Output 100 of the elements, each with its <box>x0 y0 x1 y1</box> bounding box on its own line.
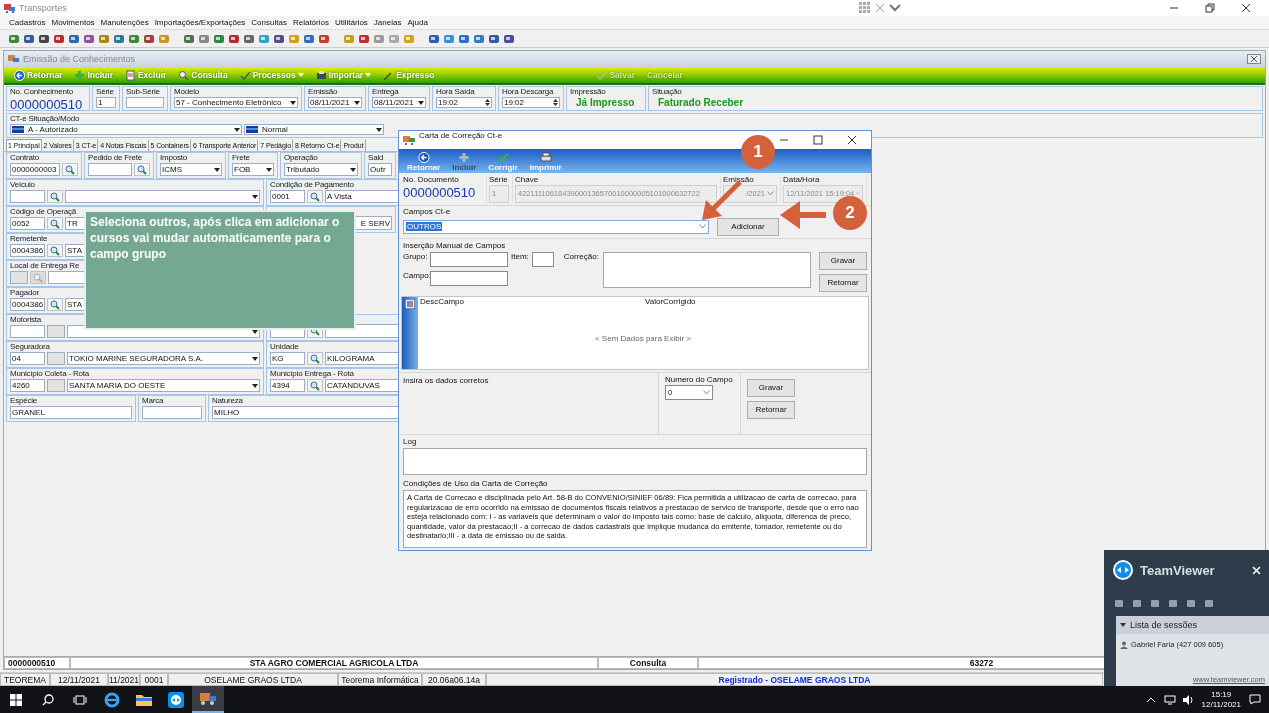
text-field[interactable] <box>142 406 202 419</box>
dropdown[interactable]: 08/11/2021 <box>308 97 362 108</box>
toolbar-icon[interactable] <box>303 32 315 45</box>
menu-item[interactable]: Manutenções <box>97 18 152 27</box>
lookup-button[interactable] <box>47 298 63 311</box>
menu-item[interactable]: Relatórios <box>289 18 332 27</box>
lookup-button[interactable] <box>307 352 323 365</box>
menu-item[interactable]: Movimentos <box>48 18 98 27</box>
close-icon[interactable] <box>1247 54 1261 64</box>
toolbar-icon[interactable] <box>458 32 470 45</box>
speaker-icon[interactable] <box>1181 694 1194 705</box>
text-field[interactable] <box>430 251 508 267</box>
toolbar-icon[interactable] <box>38 32 50 45</box>
text-field[interactable]: 0000000003 <box>10 163 60 176</box>
toolbar-icon[interactable] <box>473 32 485 45</box>
menu-item[interactable]: Janelas <box>370 18 405 27</box>
text-field[interactable]: KILOGRAMA <box>325 352 398 365</box>
lookup-button[interactable] <box>134 163 150 176</box>
toolbar-icon[interactable] <box>488 32 500 45</box>
field-label: Emissão <box>308 87 338 97</box>
text-field[interactable]: 1 <box>96 97 116 108</box>
registration-text: Registrado - OSELAME GRAOS LTDA <box>486 673 1103 686</box>
field-label: Motorista <box>10 315 42 325</box>
toolbar-icon[interactable] <box>128 32 140 45</box>
lookup-button[interactable] <box>307 379 323 392</box>
close-icon[interactable] <box>847 135 857 146</box>
time-field[interactable]: 19:02 <box>502 97 560 108</box>
action-button[interactable]: Gravar <box>747 378 795 397</box>
lookup-button[interactable] <box>62 163 78 176</box>
dropdown[interactable]: Normal <box>244 124 384 135</box>
menu-item[interactable]: Consultas <box>248 18 290 27</box>
toolbar-icon[interactable] <box>358 32 370 45</box>
toolbar-icon[interactable] <box>8 32 20 45</box>
dropdown[interactable]: FOB <box>232 163 274 176</box>
code-field[interactable]: KG <box>270 352 305 365</box>
code-field[interactable]: 4394 <box>270 379 305 392</box>
dropdown[interactable]: TOKIO MARINE SEGURADORA S.A. <box>67 352 260 365</box>
code-field[interactable] <box>10 190 45 203</box>
toolbar-icon[interactable] <box>213 32 225 45</box>
toolbar-icon[interactable] <box>83 32 95 45</box>
toolbar-icon[interactable] <box>243 32 255 45</box>
text-field[interactable]: Outr <box>368 163 392 176</box>
time-field[interactable]: 19:02 <box>436 97 492 108</box>
toolbar-icon[interactable] <box>53 32 65 45</box>
add-button[interactable]: Adicionar <box>717 217 779 236</box>
dropdown[interactable]: 57 - Conhecimento Eletrônico <box>174 97 298 108</box>
text-field[interactable]: MILHO <box>212 406 398 419</box>
code-field[interactable]: 0004386 <box>10 244 45 257</box>
toolbar-icon[interactable] <box>228 32 240 45</box>
text-field[interactable] <box>430 270 508 286</box>
toolbar-icon[interactable] <box>318 32 330 45</box>
text-field[interactable] <box>126 97 164 108</box>
clock[interactable]: 15:19 12/11/2021 <box>1193 689 1249 710</box>
grid-settings-icon[interactable] <box>405 298 415 309</box>
text-field[interactable]: CATANDUVAS <box>325 379 398 392</box>
toolbar-icon[interactable] <box>183 32 195 45</box>
lookup-button[interactable] <box>307 190 323 203</box>
dropdown[interactable]: ICMS <box>160 163 222 176</box>
chevron-down-icon <box>889 4 901 12</box>
text-field[interactable] <box>531 251 554 267</box>
dropdown[interactable]: A - Autorizado <box>10 124 242 135</box>
dropdown[interactable]: SANTA MARIA DO OESTE <box>67 379 260 392</box>
code-field[interactable]: 0052 <box>10 217 45 230</box>
lookup-button[interactable] <box>47 217 63 230</box>
dropdown[interactable]: 08/11/2021 <box>372 97 426 108</box>
column-header[interactable]: ValorCorrigido <box>643 296 793 306</box>
action-button[interactable]: Retornar <box>747 400 795 419</box>
code-field[interactable]: 4260 <box>10 379 45 392</box>
text-field[interactable]: A Vista <box>325 190 398 203</box>
menu-item[interactable]: Ajuda <box>404 18 431 27</box>
restore-icon[interactable] <box>1205 3 1215 13</box>
network-icon[interactable] <box>1163 694 1176 705</box>
code-field[interactable]: 0001 <box>270 190 305 203</box>
menu-item[interactable]: Importações/Exportações <box>151 18 249 27</box>
toolbar-icon[interactable] <box>143 32 155 45</box>
code-field[interactable]: 0004386 <box>10 298 45 311</box>
toolbar-icon[interactable] <box>68 32 80 45</box>
code-field[interactable] <box>10 325 45 338</box>
notification-icon[interactable] <box>1249 694 1261 705</box>
text-field[interactable] <box>88 163 132 176</box>
menu-item[interactable]: Utilitários <box>331 18 371 27</box>
menu-item[interactable]: Cadastros <box>6 18 49 27</box>
chevron-up-icon[interactable] <box>1145 696 1156 703</box>
toolbar-icon[interactable] <box>428 32 440 45</box>
action-button[interactable]: Gravar <box>819 251 867 270</box>
code-field[interactable]: 04 <box>10 352 45 365</box>
toolbar-icon[interactable] <box>503 32 515 45</box>
toolbar-icon[interactable] <box>273 32 285 45</box>
lookup-button[interactable] <box>47 190 63 203</box>
text-field[interactable]: GRANEL <box>10 406 132 419</box>
dropdown[interactable]: Tributado <box>284 163 358 176</box>
caret-icon <box>290 100 296 105</box>
dropdown[interactable]: OUTROS <box>403 219 709 234</box>
column-header[interactable]: DescCampo <box>418 296 643 306</box>
close-icon[interactable] <box>1241 3 1251 13</box>
lookup-button[interactable] <box>47 244 63 257</box>
action-button[interactable]: Retornar <box>819 273 867 292</box>
toolbar-icon[interactable] <box>23 32 35 45</box>
maximize-icon[interactable] <box>813 135 823 146</box>
toolbar-icon[interactable] <box>113 32 125 45</box>
